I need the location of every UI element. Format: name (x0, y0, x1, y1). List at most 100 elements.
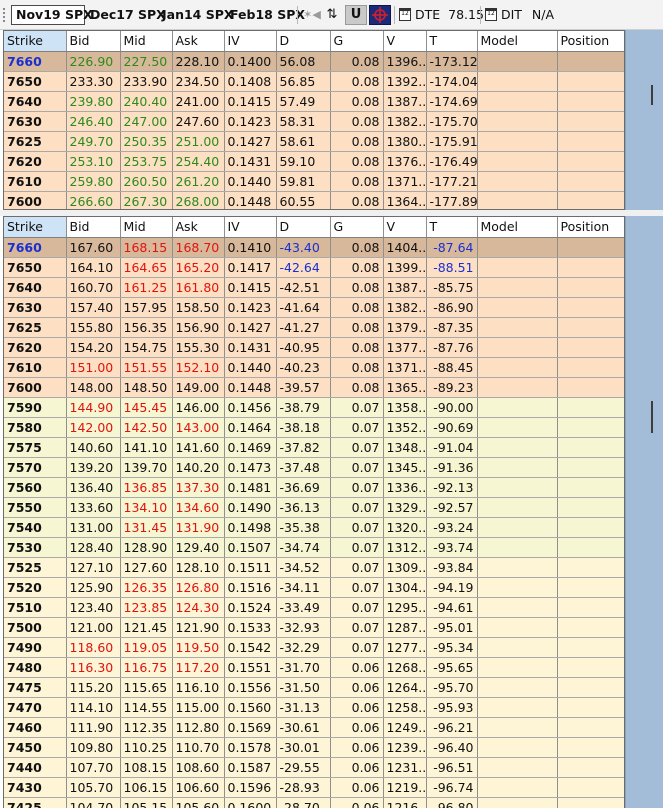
cell-d[interactable]: -34.74 (276, 537, 331, 558)
cell-position[interactable] (557, 297, 624, 318)
cell-strike[interactable]: 7460 (4, 717, 67, 738)
cell-v[interactable]: 1348.... (383, 437, 427, 458)
cell-strike[interactable]: 7625 (4, 131, 67, 152)
cell-g[interactable]: 0.07 (330, 497, 384, 518)
cell-model[interactable] (477, 677, 558, 698)
cell-model[interactable] (477, 577, 558, 598)
cell-position[interactable] (557, 357, 624, 378)
column-header-g[interactable]: G (330, 31, 384, 52)
cell-bid[interactable]: 233.30 (66, 71, 121, 92)
cell-strike[interactable]: 7525 (4, 557, 67, 578)
column-header-t[interactable]: T (426, 31, 478, 52)
cell-model[interactable] (477, 131, 558, 152)
cell-strike[interactable]: 7650 (4, 71, 67, 92)
cell-v[interactable]: 1268.... (383, 657, 427, 678)
cell-position[interactable] (557, 657, 624, 678)
cell-v[interactable]: 1320.... (383, 517, 427, 538)
cell-mid[interactable]: 136.85 (120, 477, 173, 498)
cell-t[interactable]: -95.65 (426, 657, 478, 678)
cell-model[interactable] (477, 237, 558, 258)
cell-v[interactable]: 1382.... (383, 111, 427, 132)
cell-iv[interactable]: 0.1456 (224, 397, 277, 418)
cell-d[interactable]: -29.55 (276, 757, 331, 778)
cell-v[interactable]: 1239.... (383, 737, 427, 758)
cell-model[interactable] (477, 51, 558, 72)
cell-v[interactable]: 1329.... (383, 497, 427, 518)
cell-mid[interactable]: 157.95 (120, 297, 173, 318)
cell-mid[interactable]: 227.50 (120, 51, 173, 72)
cell-d[interactable]: 58.31 (276, 111, 331, 132)
cell-bid[interactable]: 133.60 (66, 497, 121, 518)
cell-position[interactable] (557, 757, 624, 778)
cell-bid[interactable]: 167.60 (66, 237, 121, 258)
cell-t[interactable]: -174.04 (426, 71, 478, 92)
cell-iv[interactable]: 0.1596 (224, 777, 277, 798)
cell-mid[interactable]: 106.15 (120, 777, 173, 798)
cell-t[interactable]: -96.21 (426, 717, 478, 738)
cell-d[interactable]: 59.81 (276, 171, 331, 192)
sort-icon[interactable]: ⇅ (322, 5, 342, 25)
cell-iv[interactable]: 0.1415 (224, 277, 277, 298)
cell-t[interactable]: -175.91 (426, 131, 478, 152)
cell-g[interactable]: 0.06 (330, 757, 384, 778)
cell-v[interactable]: 1309.... (383, 557, 427, 578)
cell-iv[interactable]: 0.1556 (224, 677, 277, 698)
table-row[interactable]: 7610 259.80 260.50 261.20 0.1440 59.81 0.08 137… (4, 171, 624, 192)
cell-d[interactable]: -32.29 (276, 637, 331, 658)
cell-bid[interactable]: 121.00 (66, 617, 121, 638)
column-header-strike[interactable]: Strike (4, 31, 67, 52)
cell-v[interactable]: 1382.... (383, 297, 427, 318)
cell-position[interactable] (557, 577, 624, 598)
cell-d[interactable]: 59.10 (276, 151, 331, 172)
cell-position[interactable] (557, 437, 624, 458)
cell-ask[interactable]: 141.60 (172, 437, 225, 458)
cell-ask[interactable]: 241.00 (172, 91, 225, 112)
cell-ask[interactable]: 105.60 (172, 797, 225, 808)
cell-v[interactable]: 1249.... (383, 717, 427, 738)
column-header-d[interactable]: D (276, 31, 331, 52)
cell-v[interactable]: 1379.... (383, 317, 427, 338)
column-header-iv[interactable]: IV (224, 31, 277, 52)
cell-ask[interactable]: 146.00 (172, 397, 225, 418)
cell-model[interactable] (477, 191, 558, 209)
cell-strike[interactable]: 7660 (4, 51, 67, 72)
column-header-strike[interactable]: Strike (4, 217, 67, 238)
cell-model[interactable] (477, 737, 558, 758)
column-header-ask[interactable]: Ask (172, 217, 225, 238)
table-row[interactable]: 7650 164.10 164.65 165.20 0.1417 -42.64 0.08 13… (4, 257, 624, 278)
cell-iv[interactable]: 0.1431 (224, 151, 277, 172)
cell-position[interactable] (557, 171, 624, 192)
cell-ask[interactable]: 155.30 (172, 337, 225, 358)
cell-t[interactable]: -177.21 (426, 171, 478, 192)
cell-bid[interactable]: 131.00 (66, 517, 121, 538)
cell-ask[interactable]: 247.60 (172, 111, 225, 132)
cell-iv[interactable]: 0.1440 (224, 357, 277, 378)
cell-iv[interactable]: 0.1427 (224, 131, 277, 152)
cell-g[interactable]: 0.08 (330, 51, 384, 72)
cell-model[interactable] (477, 617, 558, 638)
cell-bid[interactable]: 266.60 (66, 191, 121, 209)
cell-strike[interactable]: 7570 (4, 457, 67, 478)
cell-ask[interactable]: 140.20 (172, 457, 225, 478)
cell-strike[interactable]: 7590 (4, 397, 67, 418)
cell-bid[interactable]: 155.80 (66, 317, 121, 338)
cell-strike[interactable]: 7620 (4, 337, 67, 358)
cell-strike[interactable]: 7600 (4, 377, 67, 398)
cell-t[interactable]: -95.93 (426, 697, 478, 718)
cell-strike[interactable]: 7520 (4, 577, 67, 598)
cell-iv[interactable]: 0.1469 (224, 437, 277, 458)
cell-ask[interactable]: 156.90 (172, 317, 225, 338)
cell-iv[interactable]: 0.1524 (224, 597, 277, 618)
cell-position[interactable] (557, 517, 624, 538)
cell-bid[interactable]: 239.80 (66, 91, 121, 112)
column-header-t[interactable]: T (426, 217, 478, 238)
table-row[interactable]: 7530 128.40 128.90 129.40 0.1507 -34.74 0.07 13… (4, 537, 624, 558)
cell-g[interactable]: 0.08 (330, 357, 384, 378)
cell-d[interactable]: -30.61 (276, 717, 331, 738)
cell-g[interactable]: 0.06 (330, 737, 384, 758)
cell-v[interactable]: 1264.... (383, 677, 427, 698)
cell-t[interactable]: -176.49 (426, 151, 478, 172)
cell-iv[interactable]: 0.1490 (224, 497, 277, 518)
cell-bid[interactable]: 157.40 (66, 297, 121, 318)
cell-position[interactable] (557, 597, 624, 618)
